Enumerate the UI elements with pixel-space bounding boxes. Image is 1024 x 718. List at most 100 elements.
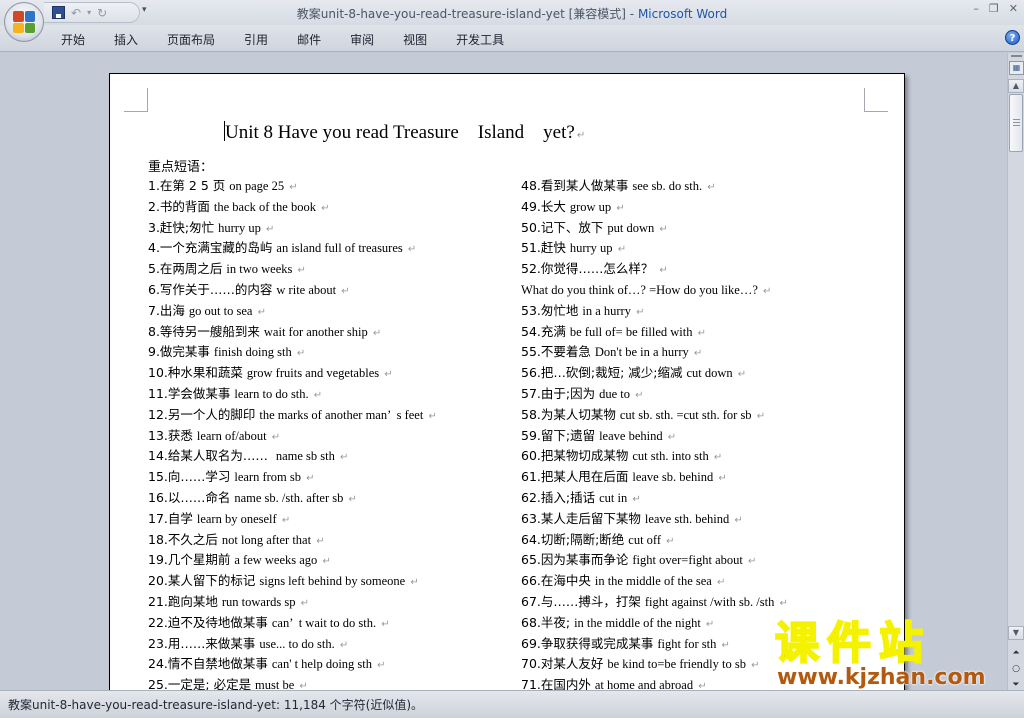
phrase-chinese: 67.与……搏斗，打架: [521, 593, 645, 609]
phrase-item: 57.由于;因为 due to ↵: [521, 384, 788, 405]
phrase-chinese: 57.由于;因为: [521, 385, 600, 401]
phrase-english: wait for another ship: [263, 324, 371, 339]
phrase-english: leave sth. behind: [644, 511, 733, 526]
phrase-item: 3.赶快;匆忙 hurry up ↵: [148, 218, 437, 239]
phrase-chinese: 20.某人留下的标记: [148, 573, 260, 589]
phrase-item: 52.你觉得……怎么样？ ↵: [521, 259, 788, 280]
office-button[interactable]: [4, 2, 44, 42]
paragraph-mark-icon: ↵: [667, 431, 677, 443]
paragraph-mark-icon: ↵: [410, 577, 419, 589]
tab-home[interactable]: 开始: [61, 31, 85, 48]
phrase-item: 70.对某人友好 be kind to=be friendly to sb ↵: [521, 654, 788, 675]
phrase-chinese: 52.你觉得……怎么样？: [521, 261, 658, 277]
phrase-chinese: 66.在海中央: [521, 573, 595, 589]
phrase-chinese: 24.情不自禁地做某事: [148, 656, 272, 672]
close-button[interactable]: ✕: [1009, 2, 1018, 15]
phrase-item: 48.看到某人做某事 see sb. do sth. ↵: [521, 176, 788, 197]
split-handle[interactable]: [1011, 55, 1022, 57]
phrase-chinese: 62.插入;插话: [521, 489, 600, 505]
paragraph-mark-icon: ↵: [779, 597, 788, 609]
document-page[interactable]: Unit 8 Have you read Treasure Island yet…: [109, 73, 905, 693]
margin-corner-mark: [124, 88, 148, 112]
phrase-chinese: 53.匆忙地: [521, 302, 583, 318]
phrase-item: 12.另一个人的脚印 the marks of another man’ s f…: [148, 405, 437, 426]
phrase-english: fight against /with sb. /sth: [644, 594, 778, 609]
minimize-button[interactable]: –: [973, 2, 979, 15]
phrase-english: What do you think of…? =How do you like……: [521, 282, 761, 297]
phrase-chinese: 68.半夜;: [521, 614, 575, 630]
phrase-english: learn from sb: [234, 470, 305, 485]
select-browse-object-button[interactable]: ○: [1008, 661, 1024, 677]
phrase-chinese: 54.充满: [521, 323, 570, 339]
phrase-chinese: 61.把某人甩在后面: [521, 469, 633, 485]
phrase-chinese: 48.看到某人做某事: [521, 178, 633, 193]
phrase-item: 62.插入;插话 cut in ↵: [521, 488, 788, 509]
phrase-chinese: 9.做完某事: [148, 344, 214, 360]
paragraph-mark-icon: ↵: [751, 660, 760, 672]
phrase-english: the marks of another man’ s feet: [259, 407, 427, 422]
paragraph-mark-icon: ↵: [705, 618, 715, 630]
phrase-chinese: 69.争取获得或完成某事: [521, 635, 658, 651]
tab-insert[interactable]: 插入: [114, 31, 138, 48]
vertical-scrollbar[interactable]: ▦ ▲ ▼ ⏶ ○ ⏷: [1007, 53, 1024, 690]
word-count-status[interactable]: 教案unit-8-have-you-read-treasure-island-y…: [8, 696, 423, 713]
phrase-item: 19.几个星期前 a few weeks ago ↵: [148, 550, 437, 571]
paragraph-mark-icon: ↵: [339, 452, 349, 464]
paragraph-mark-icon: ↵: [737, 369, 747, 381]
tab-mailings[interactable]: 邮件: [297, 31, 321, 48]
phrase-chinese: 63.某人走后留下某物: [521, 510, 645, 526]
tab-page-layout[interactable]: 页面布局: [167, 31, 215, 48]
office-logo-icon: [13, 11, 35, 33]
paragraph-mark-icon: ↵: [428, 410, 437, 422]
phrase-chinese: 21.跑向某地: [148, 593, 222, 609]
paragraph-mark-icon: ↵: [659, 223, 668, 235]
paragraph-mark-icon: ↵: [289, 182, 298, 193]
paragraph-mark-icon: ↵: [384, 369, 393, 381]
grip-icon: [1013, 119, 1020, 126]
phrase-english: hurry up: [218, 220, 264, 235]
paragraph-mark-icon: ↵: [407, 244, 417, 256]
phrase-english: on page 25: [229, 179, 288, 193]
phrase-chinese: 18.不久之后: [148, 531, 222, 547]
phrase-item: 67.与……搏斗，打架 fight against /with sb. /sth…: [521, 592, 788, 613]
tab-developer[interactable]: 开发工具: [456, 31, 504, 48]
scroll-thumb[interactable]: [1009, 94, 1023, 152]
previous-page-button[interactable]: ⏶: [1008, 645, 1024, 661]
ribbon-tabs: 开始 插入 页面布局 引用 邮件 审阅 视图 开发工具: [61, 31, 533, 48]
phrase-chinese: 22.迫不及待地做某事: [148, 614, 272, 630]
phrase-item: 51.赶快 hurry up ↵: [521, 238, 788, 259]
paragraph-mark-icon: ↵: [322, 556, 331, 568]
phrase-item: 53.匆忙地 in a hurry ↵: [521, 301, 788, 322]
phrase-item: 6.写作关于……的内容 w rite about ↵: [148, 280, 437, 301]
paragraph-mark-icon: ↵: [747, 556, 757, 568]
phrase-english: finish doing sth: [213, 345, 295, 360]
phrase-chinese: 13.获悉: [148, 427, 197, 443]
scroll-up-button[interactable]: ▲: [1008, 79, 1024, 93]
phrase-chinese: 49.长大: [521, 198, 570, 214]
tab-view[interactable]: 视图: [403, 31, 427, 48]
phrase-item: 56.把…砍倒;裁短; 减少;缩减 cut down ↵: [521, 363, 788, 384]
ribbon: 开始 插入 页面布局 引用 邮件 审阅 视图 开发工具 ?: [0, 25, 1024, 52]
phrase-english: signs left behind by someone: [259, 574, 409, 589]
status-bar: 教案unit-8-have-you-read-treasure-island-y…: [0, 690, 1024, 718]
phrase-chinese: 3.赶快;匆忙: [148, 219, 219, 235]
phrase-english: run towards sp: [221, 594, 299, 609]
restore-button[interactable]: ❐: [989, 2, 999, 15]
paragraph-mark-icon: ↵: [381, 618, 390, 630]
paragraph-mark-icon: ↵: [697, 327, 707, 339]
phrase-chinese: 1.在第 2 5 页: [148, 178, 230, 193]
tab-review[interactable]: 审阅: [350, 31, 374, 48]
paragraph-mark-icon: ↵: [756, 410, 766, 422]
phrase-chinese: 19.几个星期前: [148, 552, 235, 568]
view-ruler-icon[interactable]: ▦: [1009, 61, 1024, 75]
paragraph-mark-icon: ↵: [372, 327, 382, 339]
scroll-down-button[interactable]: ▼: [1008, 626, 1024, 640]
phrase-item: 54.充满 be full of= be filled with ↵: [521, 322, 788, 343]
help-icon[interactable]: ?: [1005, 30, 1020, 45]
phrase-english: cut off: [628, 532, 665, 547]
phrase-item: 9.做完某事 finish doing sth ↵: [148, 342, 437, 363]
document-heading: Unit 8 Have you read Treasure Island yet…: [224, 121, 586, 143]
tab-references[interactable]: 引用: [244, 31, 268, 48]
paragraph-mark-icon: ↵: [297, 265, 306, 277]
phrase-item: 50.记下、放下 put down ↵: [521, 218, 788, 239]
